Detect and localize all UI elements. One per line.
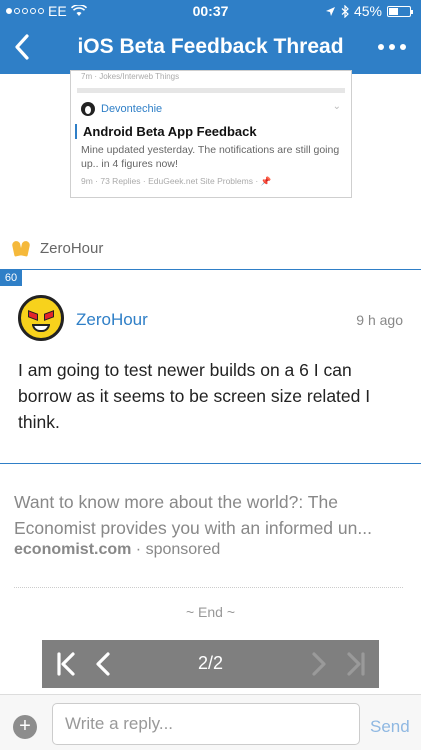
nav-bar: iOS Beta Feedback Thread — [0, 22, 421, 74]
reaction-row: ZeroHour — [12, 239, 103, 257]
preview-snippet: Mine updated yesterday. The notification… — [81, 144, 340, 170]
previous-item-meta: 7m · Jokes/Interweb Things — [81, 72, 180, 81]
battery-percent: 45% — [353, 3, 382, 19]
top-bar: EE 00:37 45% iOS Beta Feedback Thread — [0, 0, 421, 74]
post-divider-bottom — [0, 463, 421, 464]
sponsored-source[interactable]: economist.com — [14, 541, 131, 558]
bluetooth-icon — [341, 4, 349, 18]
card-divider — [77, 88, 345, 93]
page-title: iOS Beta Feedback Thread — [77, 35, 344, 58]
reply-bar: + Send — [0, 694, 421, 750]
last-page-icon — [347, 652, 365, 676]
battery-icon — [387, 5, 413, 17]
praying-hands-icon — [12, 239, 30, 257]
thread-preview-card[interactable]: 7m · Jokes/Interweb Things Devontechie ⌄… — [70, 70, 352, 198]
chevron-right-icon — [312, 652, 326, 676]
post-number-badge: 60 — [0, 270, 22, 286]
reaction-user[interactable]: ZeroHour — [40, 240, 103, 257]
location-arrow-icon — [325, 6, 335, 16]
post-body: I am going to test newer builds on a 6 I… — [18, 360, 371, 432]
pin-icon: 📌 — [260, 176, 272, 186]
plus-icon: + — [19, 715, 31, 737]
avatar[interactable] — [18, 295, 64, 341]
penguin-avatar-icon — [81, 102, 95, 116]
chevron-down-icon[interactable]: ⌄ — [333, 101, 341, 112]
preview-meta-text: 9m · 73 Replies · EduGeek.net Site Probl… — [81, 176, 259, 186]
reply-input[interactable] — [52, 703, 360, 745]
next-page-button[interactable] — [300, 646, 336, 682]
preview-author-row: Devontechie — [81, 102, 162, 116]
status-right: 45% — [325, 3, 413, 19]
dotted-divider — [14, 587, 403, 588]
status-bar: EE 00:37 45% — [0, 0, 421, 22]
battery-level — [389, 7, 398, 15]
send-button[interactable]: Send — [370, 717, 410, 737]
add-attachment-button[interactable]: + — [13, 715, 37, 739]
sponsored-label: sponsored — [145, 541, 221, 558]
post-divider-top — [0, 269, 421, 270]
end-label: ~ End ~ — [185, 604, 236, 620]
post-author[interactable]: ZeroHour — [76, 310, 148, 330]
last-page-button[interactable] — [338, 646, 374, 682]
pagination-bar: 2/2 — [42, 640, 379, 688]
preview-meta: 9m · 73 Replies · EduGeek.net Site Probl… — [81, 176, 271, 187]
ellipsis-icon — [378, 44, 384, 50]
sponsored-separator: · — [131, 541, 146, 558]
preview-thread-title[interactable]: Android Beta App Feedback — [75, 124, 257, 139]
more-options-button[interactable] — [375, 34, 409, 60]
sponsored-source-row: economist.com · sponsored — [14, 541, 220, 559]
preview-author[interactable]: Devontechie — [101, 103, 162, 115]
post-timestamp: 9 h ago — [356, 312, 403, 328]
sponsored-title[interactable]: Want to know more about the world?: The … — [14, 489, 409, 541]
